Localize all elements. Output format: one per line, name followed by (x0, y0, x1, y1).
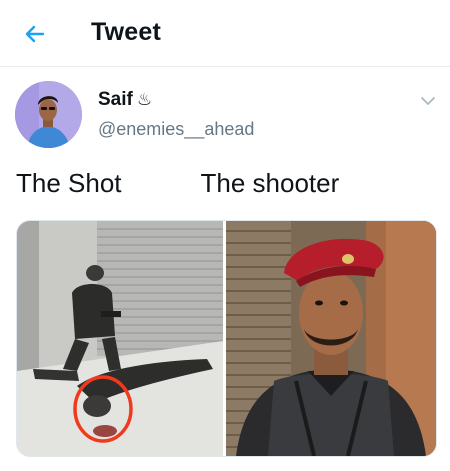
tweet-menu-button[interactable] (418, 93, 438, 109)
tweet-media (16, 220, 437, 457)
arrow-left-icon (25, 25, 45, 43)
page-title: Tweet (91, 18, 161, 46)
author-name[interactable]: Saif ♨ (98, 89, 152, 111)
top-bar: Tweet (0, 0, 450, 67)
media-photo-shot[interactable] (17, 221, 223, 456)
back-button[interactable] (20, 19, 50, 49)
chevron-down-icon (421, 97, 435, 105)
author-handle[interactable]: @enemies__ahead (98, 119, 254, 140)
tweet-text: The Shot The shooter (16, 168, 340, 198)
media-photo-shooter[interactable] (226, 221, 436, 456)
hot-springs-glyph: ♨ (136, 90, 153, 109)
avatar[interactable] (15, 81, 82, 148)
